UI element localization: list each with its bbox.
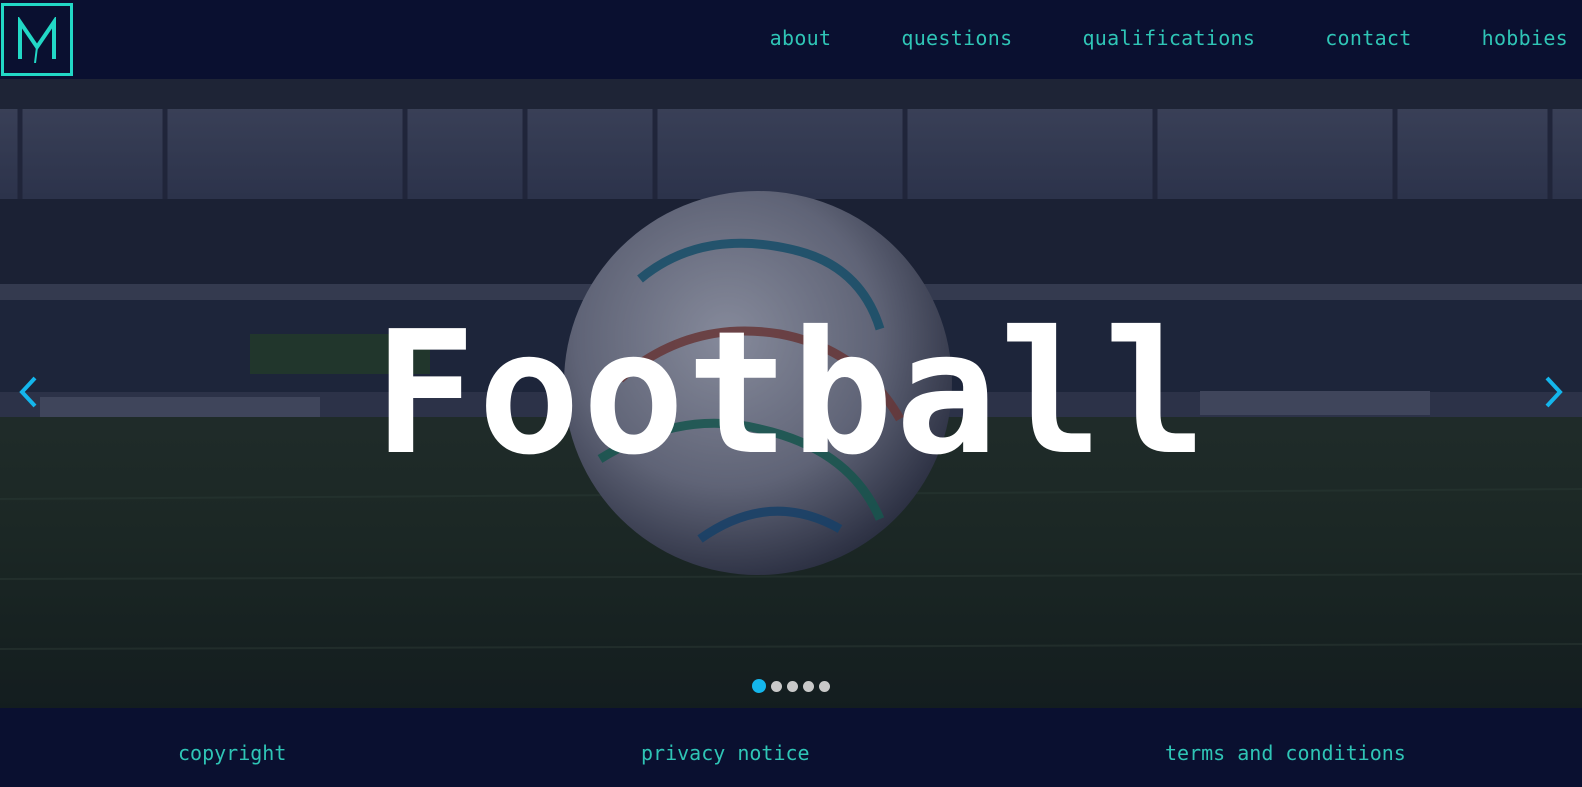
carousel-dot-1[interactable] xyxy=(752,679,766,693)
chevron-right-icon xyxy=(1545,376,1563,408)
site-logo[interactable] xyxy=(1,3,73,76)
main-nav: about questions qualifications contact h… xyxy=(770,26,1568,50)
footer-privacy-link[interactable]: privacy notice xyxy=(641,741,810,765)
footer-copyright-link[interactable]: copyright xyxy=(178,741,286,765)
hero-carousel: Football xyxy=(0,79,1582,708)
footer-terms-link[interactable]: terms and conditions xyxy=(1165,741,1406,765)
carousel-indicators xyxy=(752,679,830,693)
nav-about[interactable]: about xyxy=(770,26,832,50)
hero-title: Football xyxy=(373,295,1209,493)
carousel-dot-4[interactable] xyxy=(803,680,814,692)
carousel-next-button[interactable] xyxy=(1534,367,1574,417)
m-logo-icon xyxy=(18,16,56,63)
nav-hobbies[interactable]: hobbies xyxy=(1482,26,1568,50)
nav-qualifications[interactable]: qualifications xyxy=(1082,26,1255,50)
site-footer: copyright privacy notice terms and condi… xyxy=(0,708,1582,787)
carousel-dot-5[interactable] xyxy=(819,680,830,692)
nav-questions[interactable]: questions xyxy=(901,26,1012,50)
top-navbar: about questions qualifications contact h… xyxy=(0,0,1582,79)
carousel-dot-2[interactable] xyxy=(771,680,782,692)
carousel-dot-3[interactable] xyxy=(787,680,798,692)
nav-contact[interactable]: contact xyxy=(1325,26,1411,50)
